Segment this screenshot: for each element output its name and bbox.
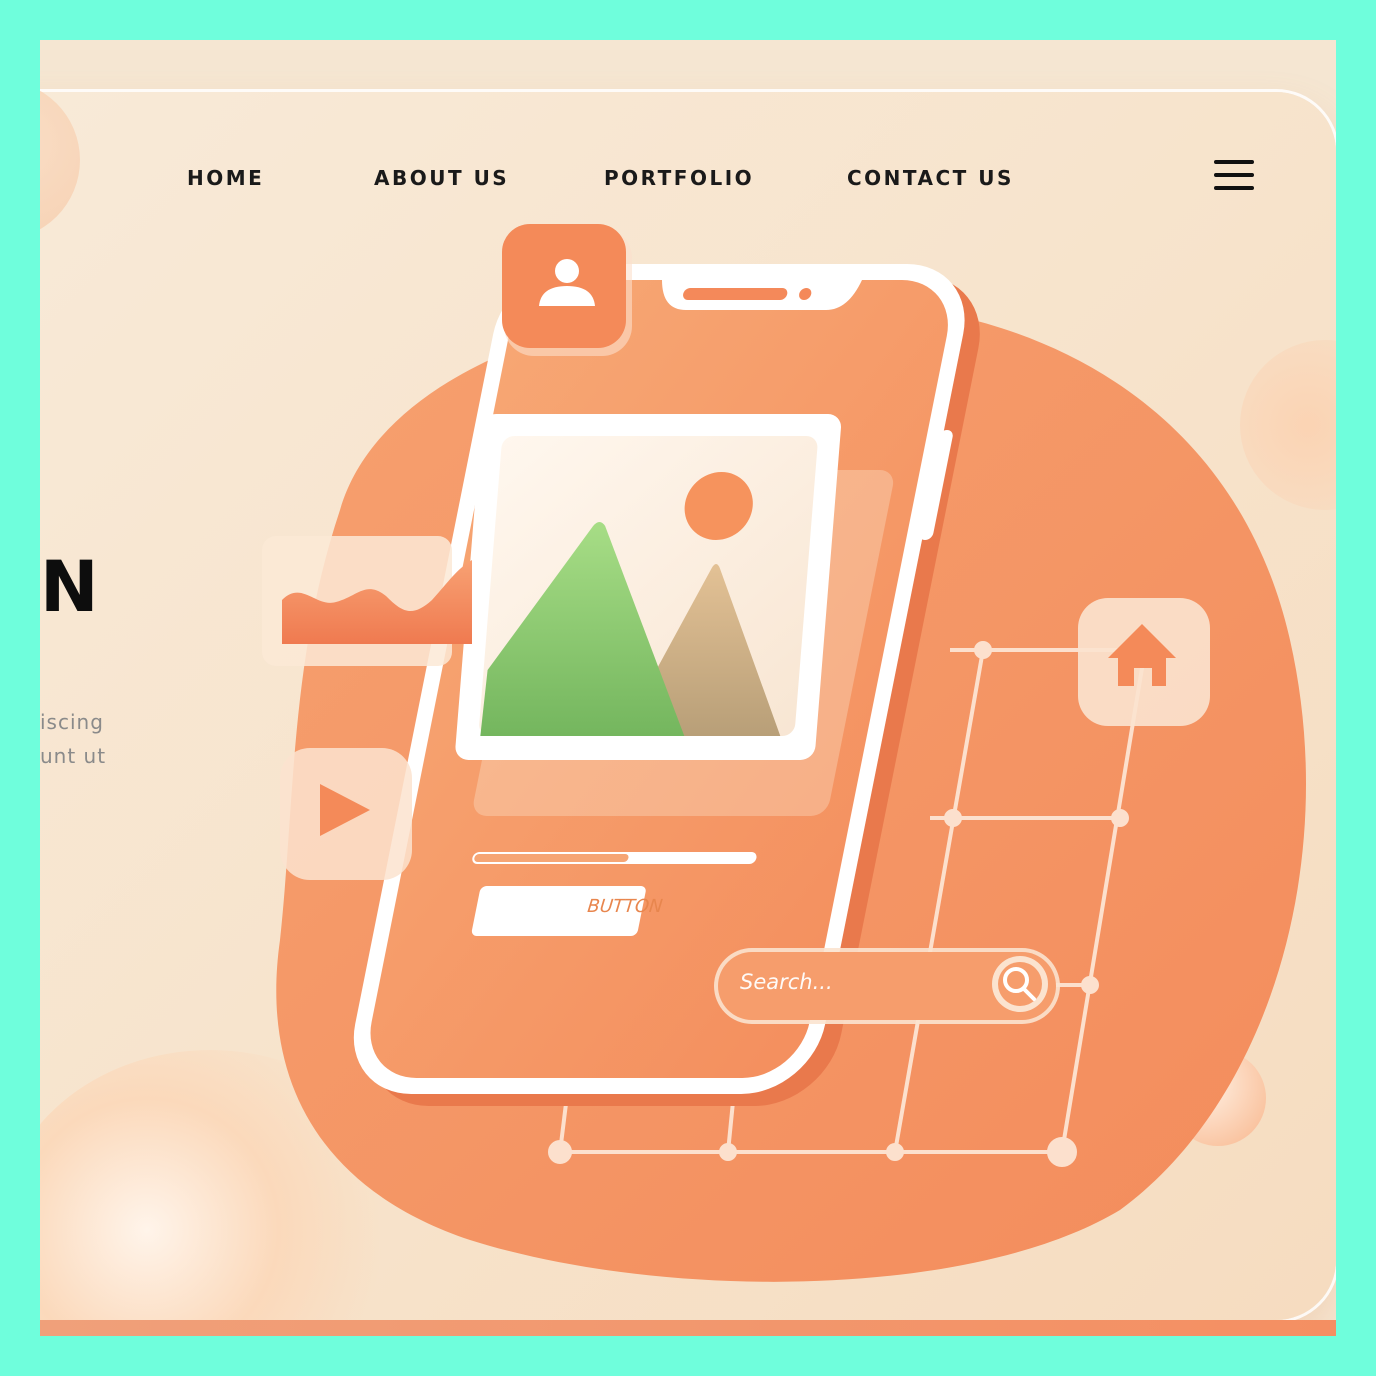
user-icon — [502, 224, 632, 356]
bottom-strip — [40, 1320, 1336, 1336]
mockup-button-label[interactable]: BUTTON — [541, 896, 709, 917]
line-chart-icon — [262, 536, 472, 666]
home-icon — [1078, 598, 1210, 726]
play-icon — [280, 748, 412, 880]
search-input[interactable]: Search... — [740, 970, 833, 994]
phone-illustration — [262, 224, 1307, 1282]
progress-fill — [474, 854, 629, 862]
image-icon — [455, 414, 842, 760]
page-frame: HOME ABOUT US PORTFOLIO CONTACT US N isc… — [40, 40, 1336, 1336]
